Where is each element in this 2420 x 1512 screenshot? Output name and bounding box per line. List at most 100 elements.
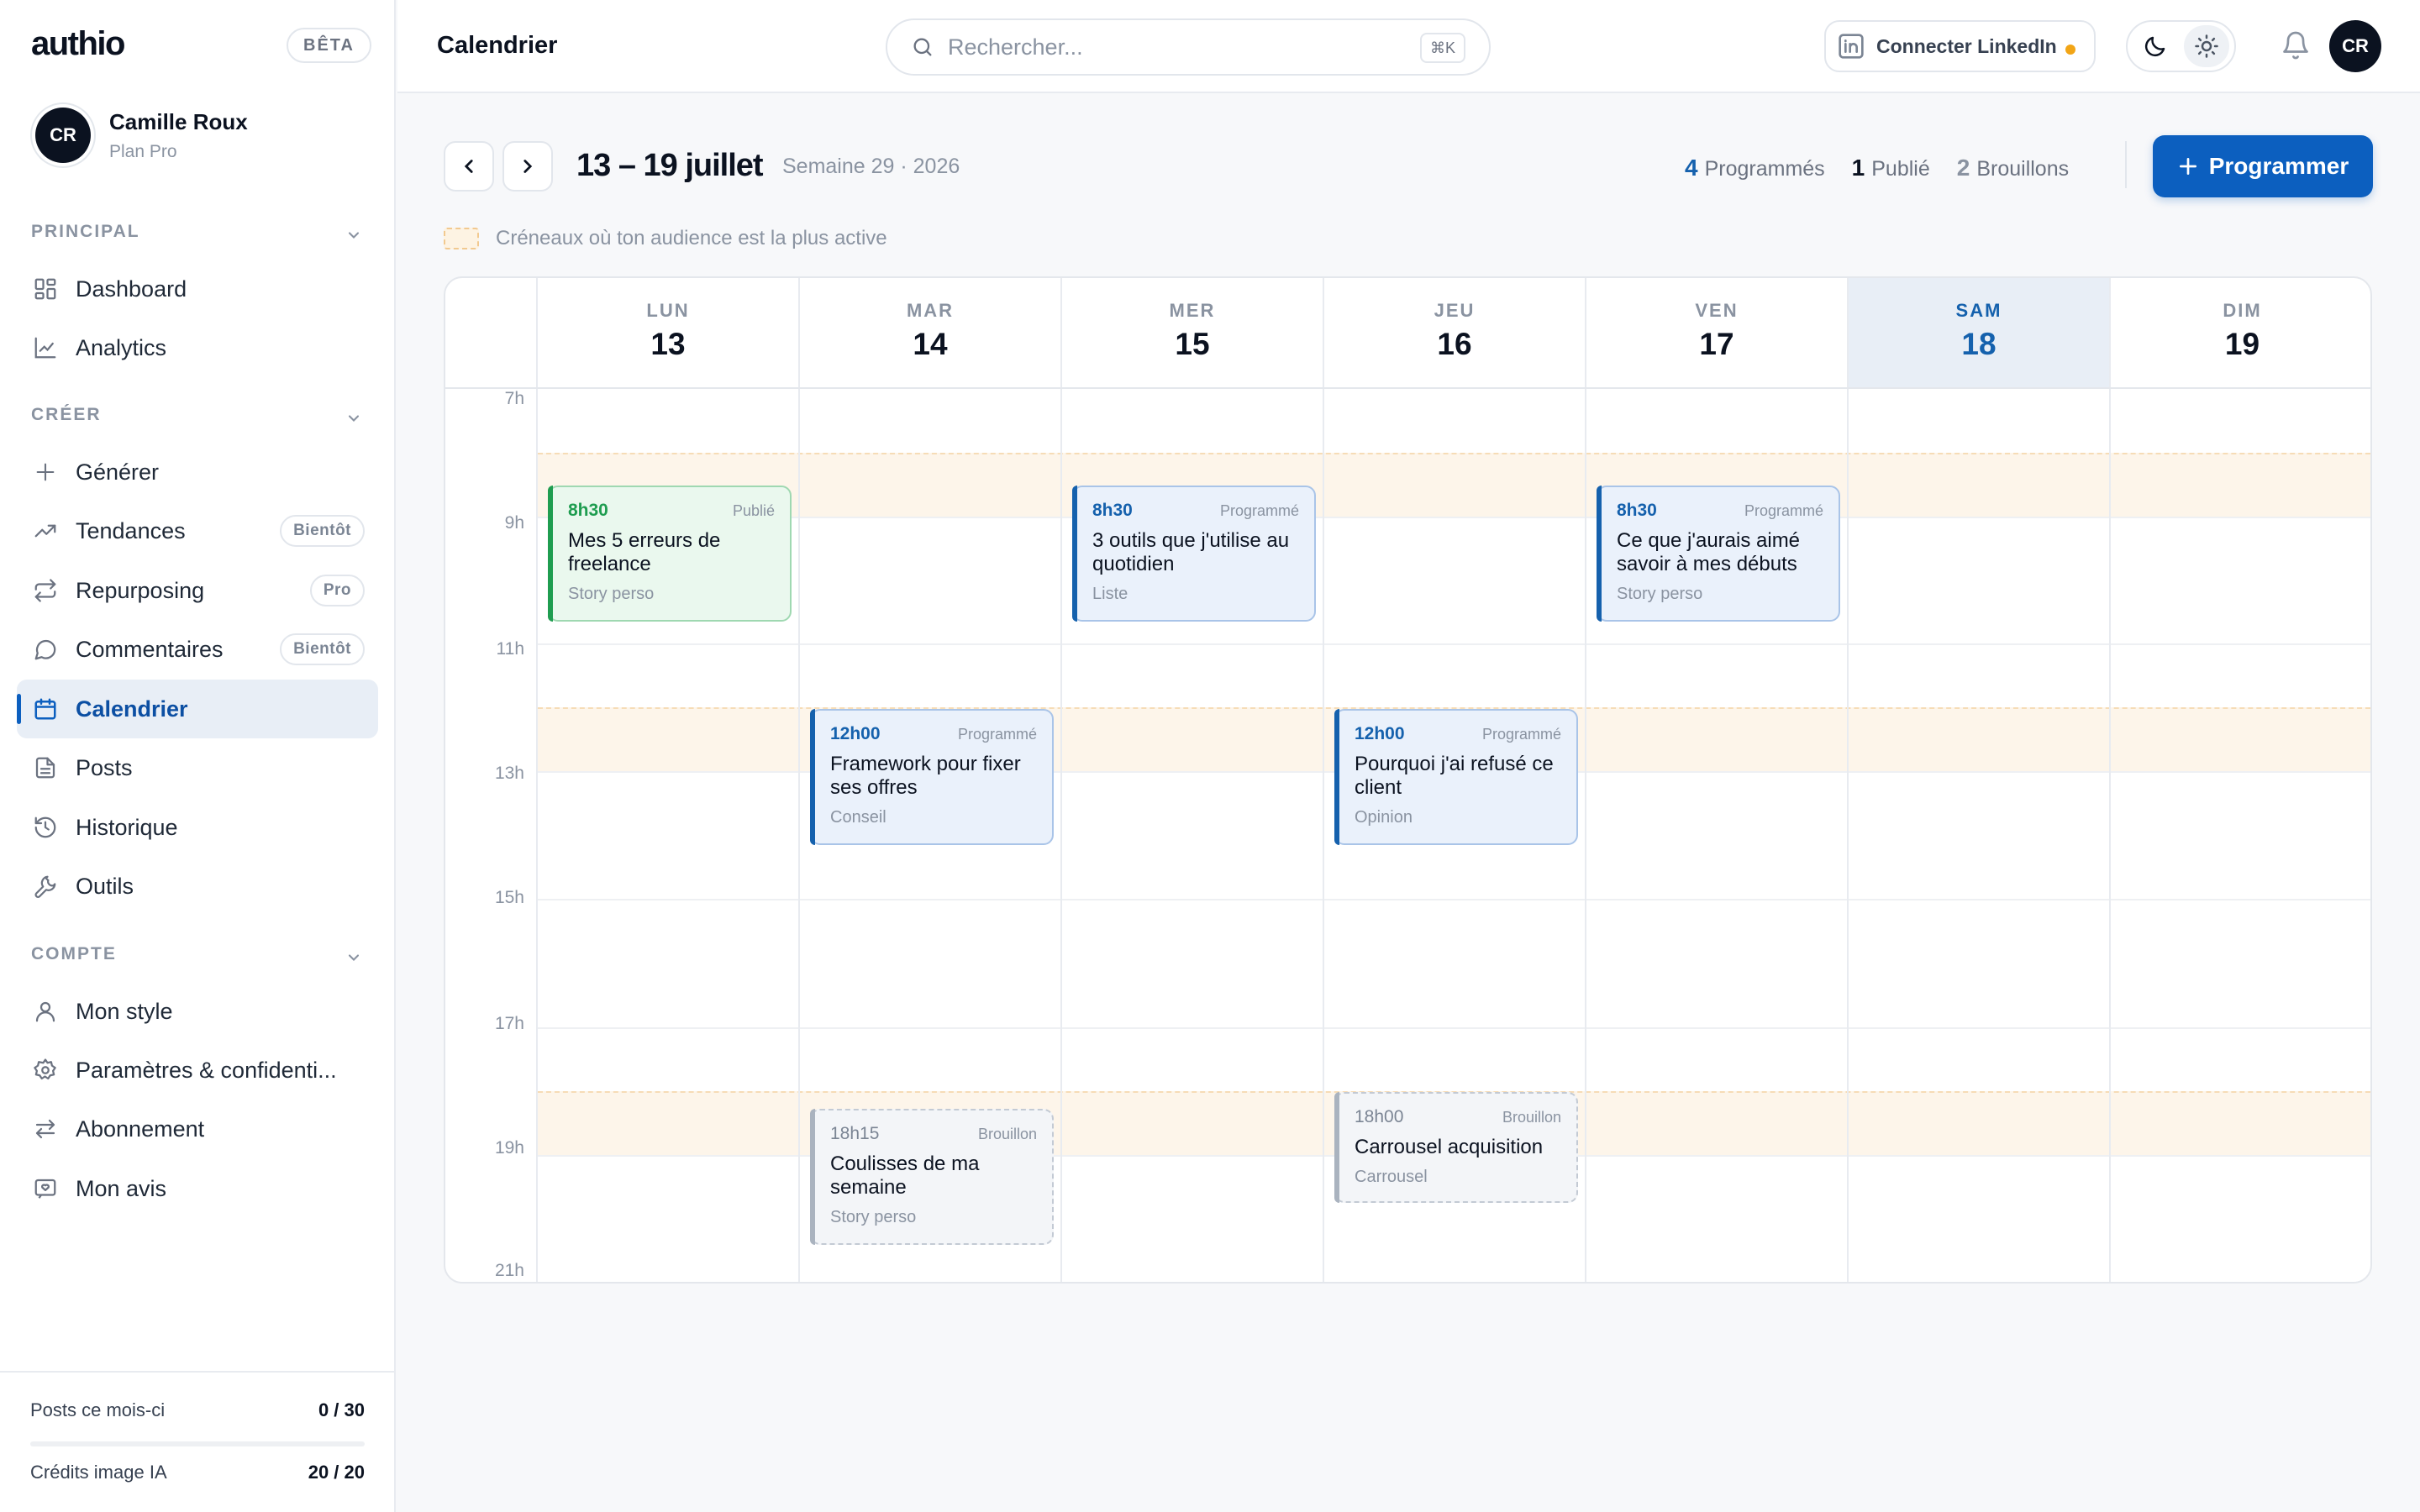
history-icon bbox=[32, 814, 59, 841]
day-header-mar[interactable]: MAR 14 bbox=[798, 278, 1060, 389]
active-slot-band bbox=[538, 453, 2370, 517]
day-name: MAR bbox=[906, 300, 955, 321]
usage-quotas: Posts ce mois-ci 0 / 30 Crédits image IA… bbox=[0, 1371, 396, 1512]
post-tag: Story perso bbox=[830, 1208, 917, 1226]
post-title: Mes 5 erreurs de freelance bbox=[568, 529, 721, 575]
moon-icon[interactable] bbox=[2133, 25, 2178, 67]
sidebar-item-tendances[interactable]: Tendances Bientôt bbox=[17, 501, 378, 560]
sidebar-item-calendrier[interactable]: Calendrier bbox=[17, 680, 378, 738]
day-date: 13 bbox=[650, 327, 686, 361]
day-header-lun[interactable]: LUN 13 bbox=[536, 278, 798, 389]
sidebar-item-parametres[interactable]: Paramètres & confidenti... bbox=[17, 1041, 378, 1100]
header-divider bbox=[445, 387, 2370, 389]
hour-line bbox=[538, 1027, 2370, 1029]
hour-line bbox=[538, 643, 2370, 645]
theme-toggle[interactable] bbox=[2126, 20, 2236, 72]
sun-icon[interactable] bbox=[2184, 25, 2229, 67]
sidebar-item-label: Posts bbox=[76, 754, 133, 780]
sidebar-item-label: Mon style bbox=[76, 998, 173, 1024]
user-icon bbox=[32, 998, 59, 1025]
search-placeholder: Rechercher... bbox=[948, 34, 1083, 60]
sidebar-item-label: Commentaires bbox=[76, 636, 224, 662]
previous-week-button[interactable] bbox=[444, 141, 494, 192]
hour-label: 7h bbox=[504, 389, 524, 408]
sidebar-item-commentaires[interactable]: Commentaires Bientôt bbox=[17, 620, 378, 679]
user-profile[interactable]: CR Camille Roux Plan Pro bbox=[35, 108, 248, 163]
feedback-icon bbox=[32, 1175, 59, 1202]
post-status: Programmé bbox=[1219, 501, 1299, 519]
sidebar: authio BÊTA CR Camille Roux Plan Pro PRI… bbox=[0, 0, 396, 1512]
day-header-ven[interactable]: VEN 17 bbox=[1585, 278, 1847, 389]
swap-icon bbox=[32, 1116, 59, 1142]
plus-icon bbox=[2177, 155, 2209, 177]
post-time: 12h00 bbox=[830, 724, 881, 743]
post-card[interactable]: 8h30 Programmé Ce que j'aurais aimé savoi… bbox=[1597, 486, 1840, 622]
post-card[interactable]: 8h30 Programmé 3 outils que j'utilise au … bbox=[1072, 486, 1316, 622]
stat-drafts: 2 Brouillons bbox=[1957, 155, 2069, 181]
post-time: 18h15 bbox=[830, 1124, 880, 1143]
next-week-button[interactable] bbox=[502, 141, 553, 192]
sidebar-item-label: Abonnement bbox=[76, 1116, 205, 1142]
chevron-right-icon bbox=[517, 155, 539, 177]
post-stats: 4 Programmés 1 Publié 2 Brouillons bbox=[1685, 155, 2096, 181]
repeat-icon bbox=[32, 577, 59, 604]
section-compte[interactable]: COMPTE bbox=[31, 944, 366, 969]
chevron-down-icon bbox=[345, 227, 362, 244]
app-logo[interactable]: authio bbox=[31, 25, 125, 63]
top-bar: Calendrier Rechercher... ⌘K Connecter Li… bbox=[397, 0, 2420, 93]
quota-posts-bar bbox=[30, 1441, 365, 1446]
post-status: Publié bbox=[732, 501, 775, 519]
sidebar-item-abonnement[interactable]: Abonnement bbox=[17, 1100, 378, 1158]
stat-scheduled: 4 Programmés bbox=[1685, 155, 1825, 181]
post-card[interactable]: 12h00 Programmé Pourquoi j'ai refusé ce c… bbox=[1334, 709, 1578, 845]
post-time: 18h00 bbox=[1355, 1107, 1404, 1126]
post-time: 8h30 bbox=[1617, 501, 1657, 520]
avatar[interactable]: CR bbox=[2329, 20, 2381, 72]
section-creer[interactable]: CRÉER bbox=[31, 405, 366, 430]
search-shortcut: ⌘K bbox=[1419, 33, 1465, 63]
linkedin-icon bbox=[1838, 33, 1865, 60]
sidebar-item-historique[interactable]: Historique bbox=[17, 798, 378, 857]
bell-icon[interactable] bbox=[2281, 30, 2311, 60]
day-header-mer[interactable]: MER 15 bbox=[1060, 278, 1323, 389]
post-card[interactable]: 18h15 Brouillon Coulisses de ma semaine S… bbox=[810, 1109, 1054, 1245]
day-divider bbox=[798, 389, 800, 1282]
quota-value: 0 / 30 bbox=[318, 1399, 365, 1420]
day-divider bbox=[1585, 389, 1586, 1282]
post-card[interactable]: 12h00 Programmé Framework pour fixer ses … bbox=[810, 709, 1054, 845]
stat-label: Brouillons bbox=[1976, 157, 2070, 181]
day-header-dim[interactable]: DIM 19 bbox=[2109, 278, 2370, 389]
day-header-sam-today[interactable]: SAM 18 bbox=[1847, 278, 2109, 389]
sidebar-item-posts[interactable]: Posts bbox=[17, 738, 378, 797]
sidebar-item-generer[interactable]: Générer bbox=[17, 443, 378, 501]
sidebar-item-label: Analytics bbox=[76, 334, 167, 360]
post-tag: Carrousel bbox=[1355, 1168, 1428, 1186]
connect-linkedin-button[interactable]: Connecter LinkedIn bbox=[1824, 20, 2096, 72]
hour-line bbox=[538, 517, 2370, 518]
user-name: Camille Roux bbox=[109, 108, 248, 134]
page-title: Calendrier bbox=[437, 32, 558, 59]
beta-badge: BÊTA bbox=[287, 28, 371, 63]
section-principal[interactable]: PRINCIPAL bbox=[31, 222, 366, 247]
post-time: 8h30 bbox=[1092, 501, 1133, 520]
quota-images: Crédits image IA 20 / 20 bbox=[30, 1462, 365, 1483]
sidebar-item-analytics[interactable]: Analytics bbox=[17, 318, 378, 377]
sidebar-item-outils[interactable]: Outils bbox=[17, 857, 378, 916]
week-calendar: 7h 9h 11h 13h 15h 17h 19h 21h LUN 13 MAR… bbox=[444, 276, 2372, 1284]
post-card[interactable]: 18h00 Brouillon Carrousel acquisition Car… bbox=[1334, 1092, 1578, 1203]
day-date: 18 bbox=[1961, 327, 1996, 361]
chevron-down-icon bbox=[345, 410, 362, 427]
stat-label: Publié bbox=[1871, 157, 1930, 181]
post-title: Pourquoi j'ai refusé ce client bbox=[1355, 753, 1554, 799]
sidebar-item-repurposing[interactable]: Repurposing Pro bbox=[17, 561, 378, 620]
schedule-post-button[interactable]: Programmer bbox=[2153, 135, 2373, 197]
post-card[interactable]: 8h30 Publié Mes 5 erreurs de freelance St… bbox=[548, 486, 792, 622]
sidebar-item-dashboard[interactable]: Dashboard bbox=[17, 260, 378, 318]
comment-icon bbox=[32, 636, 59, 663]
day-header-jeu[interactable]: JEU 16 bbox=[1323, 278, 1585, 389]
sidebar-item-mon-avis[interactable]: Mon avis bbox=[17, 1159, 378, 1218]
post-tag: Conseil bbox=[830, 808, 886, 827]
day-date: 19 bbox=[2224, 327, 2260, 361]
search-input[interactable]: Rechercher... ⌘K bbox=[886, 18, 1491, 76]
sidebar-item-mon-style[interactable]: Mon style bbox=[17, 982, 378, 1041]
